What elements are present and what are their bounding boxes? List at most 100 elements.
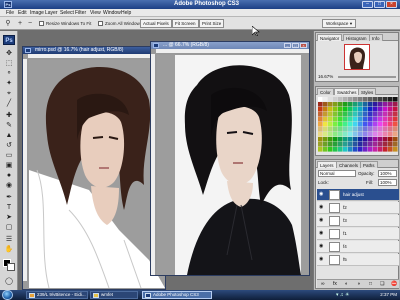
swatch-cell[interactable]	[368, 127, 373, 132]
swatch-cell[interactable]	[373, 137, 378, 142]
swatch-cell[interactable]	[318, 147, 323, 152]
navigator-thumbnail[interactable]	[344, 44, 370, 70]
swatch-cell[interactable]	[383, 137, 388, 142]
swatch-cell[interactable]	[358, 142, 363, 147]
swatch-cell[interactable]	[343, 102, 348, 107]
swatch-cell[interactable]	[378, 142, 383, 147]
swatch-cell[interactable]	[373, 142, 378, 147]
swatch-cell[interactable]	[388, 102, 393, 107]
swatch-cell[interactable]	[323, 147, 328, 152]
print-size-button[interactable]: Print Size	[199, 19, 225, 28]
menu-image[interactable]: Image	[30, 10, 44, 16]
clone-stamp-tool-icon[interactable]: ▲	[4, 131, 14, 140]
swatch-cell[interactable]	[318, 97, 323, 102]
swatch-cell[interactable]	[378, 127, 383, 132]
swatch-cell[interactable]	[363, 102, 368, 107]
tab-histogram[interactable]: Histogram	[343, 34, 370, 41]
swatch-cell[interactable]	[338, 127, 343, 132]
swatch-cell[interactable]	[378, 122, 383, 127]
swatch-cell[interactable]	[333, 147, 338, 152]
swatch-cell[interactable]	[338, 102, 343, 107]
new-group-icon[interactable]: □	[369, 281, 372, 287]
swatch-cell[interactable]	[378, 117, 383, 122]
swatch-cell[interactable]	[383, 132, 388, 137]
swatch-cell[interactable]	[393, 107, 398, 112]
swatch-cell[interactable]	[373, 102, 378, 107]
swatch-cell[interactable]	[373, 127, 378, 132]
swatch-cell[interactable]	[358, 112, 363, 117]
swatch-cell[interactable]	[373, 147, 378, 152]
swatch-cell[interactable]	[338, 142, 343, 147]
link-layers-icon[interactable]: ∞	[321, 281, 325, 287]
quick-mask-icon[interactable]: ◯	[4, 277, 14, 286]
swatch-cell[interactable]	[383, 117, 388, 122]
swatch-cell[interactable]	[353, 117, 358, 122]
document-title-bar[interactable]: ... @ 66.7% (RGB/8) – □ ×	[151, 42, 309, 49]
swatch-cell[interactable]	[343, 112, 348, 117]
swatch-cell[interactable]	[383, 142, 388, 147]
swatch-cell[interactable]	[328, 132, 333, 137]
zoom-tool-icon[interactable]: ⚲	[4, 19, 12, 28]
swatch-cell[interactable]	[348, 132, 353, 137]
menu-view[interactable]: View	[90, 10, 101, 16]
swatch-cell[interactable]	[373, 107, 378, 112]
swatch-cell[interactable]	[358, 147, 363, 152]
swatch-cell[interactable]	[388, 137, 393, 142]
swatch-cell[interactable]	[348, 122, 353, 127]
swatch-cell[interactable]	[348, 107, 353, 112]
layer-style-icon[interactable]: fx	[333, 281, 337, 287]
swatch-cell[interactable]	[368, 107, 373, 112]
swatch-cell[interactable]	[333, 127, 338, 132]
swatch-cell[interactable]	[353, 97, 358, 102]
swatch-cell[interactable]	[368, 97, 373, 102]
swatch-cell[interactable]	[348, 127, 353, 132]
layer-mask-icon[interactable]: ◐	[345, 281, 348, 287]
start-button[interactable]	[2, 290, 13, 300]
swatch-cell[interactable]	[368, 122, 373, 127]
swatch-cell[interactable]	[323, 112, 328, 117]
swatch-cell[interactable]	[353, 137, 358, 142]
swatch-cell[interactable]	[373, 97, 378, 102]
dodge-tool-icon[interactable]: ◉	[4, 181, 14, 190]
swatch-cell[interactable]	[378, 132, 383, 137]
swatch-cell[interactable]	[318, 102, 323, 107]
swatch-cell[interactable]	[318, 122, 323, 127]
swatch-cell[interactable]	[343, 97, 348, 102]
swatch-cell[interactable]	[348, 137, 353, 142]
swatch-cell[interactable]	[358, 132, 363, 137]
swatch-cell[interactable]	[378, 97, 383, 102]
swatch-cell[interactable]	[363, 107, 368, 112]
swatch-cell[interactable]	[328, 137, 333, 142]
layer-row[interactable]: ◉ f1	[317, 228, 399, 240]
swatch-cell[interactable]	[368, 102, 373, 107]
eye-icon[interactable]: ◉	[319, 257, 325, 262]
swatch-cell[interactable]	[323, 137, 328, 142]
swatch-cell[interactable]	[373, 112, 378, 117]
swatch-cell[interactable]	[348, 142, 353, 147]
swatch-cell[interactable]	[383, 127, 388, 132]
document-window-mirro[interactable]: mirro.psd @ 16.7% (hair adjust, RGB/8)	[22, 46, 166, 290]
swatch-cell[interactable]	[348, 117, 353, 122]
swatch-cell[interactable]	[388, 97, 393, 102]
swatch-cell[interactable]	[368, 117, 373, 122]
trash-icon[interactable]: ⛔	[391, 281, 397, 287]
swatch-cell[interactable]	[353, 107, 358, 112]
swatch-cell[interactable]	[358, 97, 363, 102]
swatch-cell[interactable]	[388, 127, 393, 132]
swatch-cell[interactable]	[393, 147, 398, 152]
swatch-cell[interactable]	[338, 117, 343, 122]
swatch-cell[interactable]	[318, 117, 323, 122]
swatch-cell[interactable]	[393, 122, 398, 127]
zoom-in-icon[interactable]: +	[16, 19, 24, 28]
swatch-cell[interactable]	[333, 112, 338, 117]
swatch-cell[interactable]	[363, 112, 368, 117]
swatch-cell[interactable]	[368, 147, 373, 152]
layer-row[interactable]: ◉ f2	[317, 202, 399, 214]
navigator-zoom-slider[interactable]	[338, 76, 396, 78]
actual-pixels-button[interactable]: Actual Pixels	[140, 19, 172, 28]
swatch-cell[interactable]	[393, 102, 398, 107]
swatch-cell[interactable]	[363, 132, 368, 137]
swatch-cell[interactable]	[363, 117, 368, 122]
swatch-cell[interactable]	[378, 147, 383, 152]
tab-layers[interactable]: Layers	[317, 161, 337, 168]
